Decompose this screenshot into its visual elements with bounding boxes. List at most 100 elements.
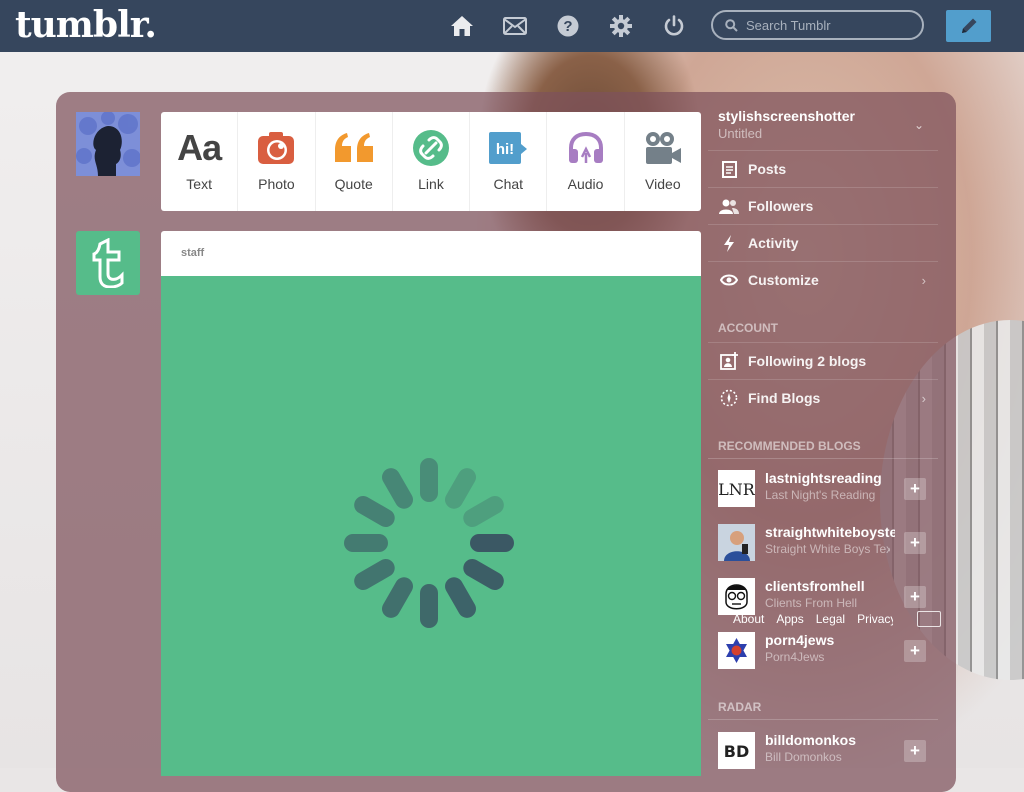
blog-avatar[interactable] [718, 524, 755, 561]
followers-icon [718, 199, 740, 214]
video-camera-icon [644, 129, 682, 167]
chevron-right-icon: › [921, 390, 926, 406]
staff-avatar[interactable] [76, 231, 140, 295]
post-type-video[interactable]: Video [625, 112, 701, 211]
spinner-spoke [354, 559, 395, 590]
post-type-quote[interactable]: Quote [316, 112, 393, 211]
search-input[interactable] [744, 16, 918, 34]
follow-plus-button[interactable]: + [904, 586, 926, 608]
svg-text:hi!: hi! [496, 141, 514, 158]
spinner-spoke [463, 559, 504, 590]
sidebar-item-followers[interactable]: Followers [708, 187, 938, 224]
post-type-label: Audio [567, 176, 604, 192]
blog-avatar[interactable]: BD [718, 732, 755, 769]
spinner-spoke [463, 496, 504, 527]
sidebar-item-label: Customize [748, 272, 819, 288]
blog-subtitle: Untitled [718, 126, 763, 141]
post-type-label: Link [418, 176, 444, 192]
mail-icon[interactable] [502, 13, 528, 39]
chevron-down-icon[interactable]: ⌄ [914, 118, 924, 132]
footer-link-apps[interactable]: Apps [776, 612, 803, 626]
follow-plus-button[interactable]: + [904, 532, 926, 554]
compose-button[interactable] [946, 10, 991, 42]
post-type-label: Video [645, 176, 681, 192]
spinner-spoke [382, 577, 413, 618]
top-navigation-bar: tumblr. ? [0, 0, 1024, 52]
spinner-spoke [354, 496, 395, 527]
radar-heading: RADAR [718, 700, 762, 714]
recommended-blog[interactable]: straightwhiteboystexting Straight White … [708, 524, 938, 578]
chevron-right-icon: › [921, 272, 926, 288]
sidebar-item-label: Following 2 blogs [748, 353, 867, 369]
radar-blog[interactable]: BD billdomonkos Bill Domonkos + [708, 732, 938, 786]
blog-name[interactable]: stylishscreenshotter [718, 108, 855, 124]
follow-plus-button[interactable]: + [904, 478, 926, 500]
blog-avatar[interactable] [718, 578, 755, 615]
divider [708, 719, 938, 720]
sidebar-item-following[interactable]: Following 2 blogs [708, 342, 938, 379]
following-icon [718, 352, 740, 370]
tumblr-t-icon [92, 238, 124, 288]
blog-subtitle: Bill Domonkos [765, 750, 842, 764]
help-icon[interactable]: ? [555, 13, 581, 39]
spinner-spoke [445, 468, 476, 509]
divider [708, 458, 938, 459]
sidebar-item-label: Posts [748, 161, 787, 177]
post-type-audio[interactable]: Audio [547, 112, 625, 211]
post-type-label: Photo [258, 176, 295, 192]
blog-name[interactable]: porn4jews [765, 632, 895, 648]
search-box[interactable] [711, 10, 924, 40]
gear-icon[interactable] [608, 13, 634, 39]
blog-name[interactable]: straightwhiteboystexting [765, 524, 895, 540]
search-icon [725, 18, 738, 32]
post-type-chat[interactable]: hi! Chat [470, 112, 548, 211]
svg-text:BD: BD [724, 742, 749, 761]
loading-spinner-icon [344, 458, 514, 628]
sidebar-item-posts[interactable]: Posts [708, 150, 938, 187]
pencil-icon [961, 18, 976, 33]
power-icon[interactable] [661, 13, 687, 39]
activity-icon [718, 234, 740, 252]
post-type-label: Quote [334, 176, 373, 192]
sidebar-item-find-blogs[interactable]: Find Blogs › [708, 379, 938, 416]
svg-text:?: ? [563, 18, 572, 35]
home-icon[interactable] [449, 13, 475, 39]
user-avatar[interactable] [76, 112, 140, 176]
post-type-link[interactable]: Link [393, 112, 471, 211]
follow-plus-button[interactable]: + [904, 740, 926, 762]
footer-link-privacy[interactable]: Privacy [857, 612, 893, 626]
blog-name[interactable]: lastnightsreading [765, 470, 895, 486]
svg-text:LNR: LNR [718, 480, 755, 499]
sidebar-item-label: Find Blogs [748, 390, 821, 406]
blog-subtitle: Clients From Hell [765, 596, 858, 610]
recommended-blog[interactable]: porn4jews Porn4Jews + [708, 632, 938, 686]
post-type-text[interactable]: Aa Text [161, 112, 239, 211]
chat-icon: hi! [488, 129, 528, 167]
spinner-spoke [420, 584, 438, 628]
post-type-photo[interactable]: Photo [238, 112, 316, 211]
tumblr-logo[interactable]: tumblr. [15, 4, 157, 46]
post-type-label: Text [186, 176, 212, 192]
blog-name[interactable]: clientsfromhell [765, 578, 895, 594]
headphones-icon [567, 129, 605, 167]
spinner-spoke [470, 534, 514, 552]
spinner-spoke [382, 468, 413, 509]
quote-icon [333, 129, 375, 167]
spinner-spoke [420, 458, 438, 502]
camera-icon [257, 129, 295, 167]
sidebar-item-customize[interactable]: Customize › [708, 261, 938, 298]
footer-link-about[interactable]: About [733, 612, 764, 626]
blog-avatar[interactable] [718, 632, 755, 669]
blog-avatar[interactable]: LNR [718, 470, 755, 507]
post-header: staff [161, 231, 701, 276]
keyboard-icon[interactable] [917, 611, 941, 627]
blog-name[interactable]: billdomonkos [765, 732, 895, 748]
follow-plus-button[interactable]: + [904, 640, 926, 662]
sidebar-item-activity[interactable]: Activity [708, 224, 938, 261]
blog-subtitle: Last Night's Reading [765, 488, 876, 502]
eye-icon [718, 274, 740, 286]
post-author[interactable]: staff [181, 247, 204, 259]
recommended-blog[interactable]: LNR lastnightsreading Last Night's Readi… [708, 470, 938, 524]
sidebar-item-label: Activity [748, 235, 799, 251]
footer-link-legal[interactable]: Legal [816, 612, 845, 626]
